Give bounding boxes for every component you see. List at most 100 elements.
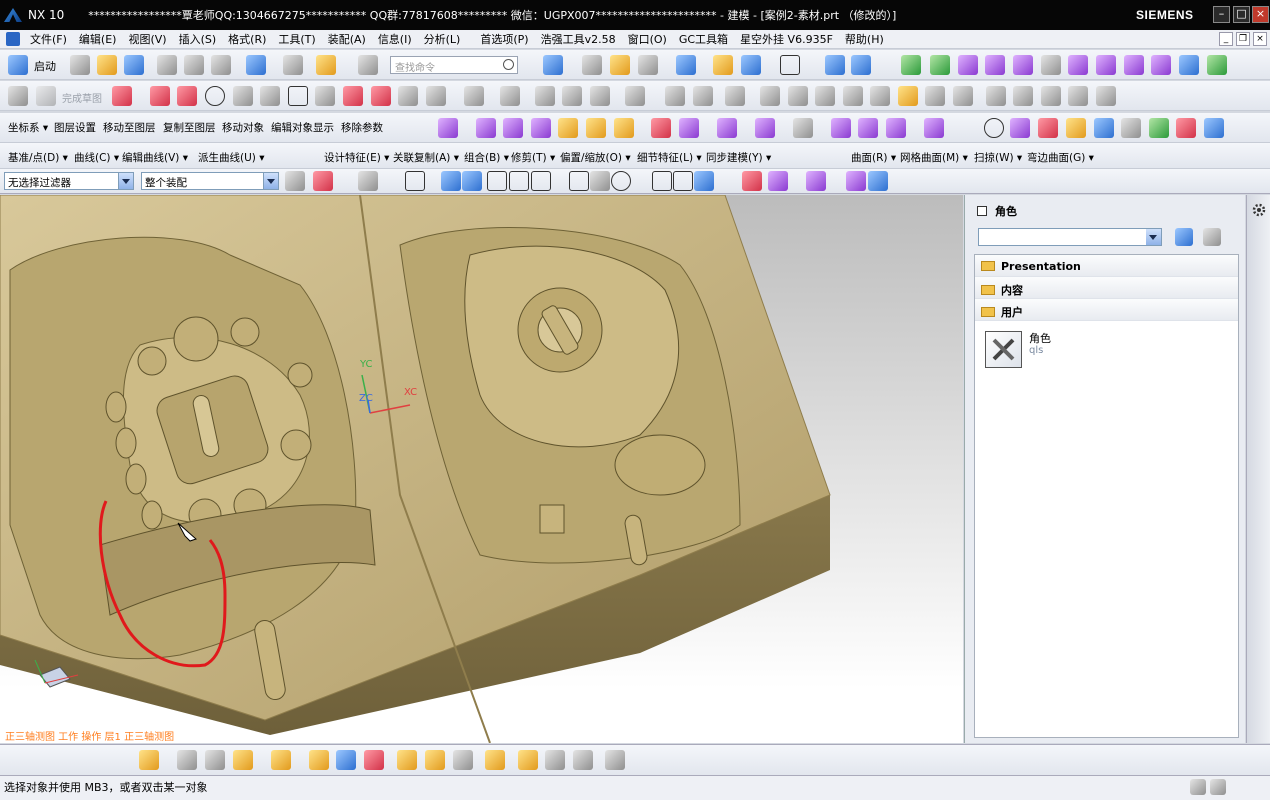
show-constraints-icon[interactable] [760,86,780,106]
unite-body-icon[interactable] [1096,86,1116,106]
web-browser-icon[interactable] [1249,450,1269,470]
polygon-icon[interactable] [315,86,335,106]
convert-reference-icon[interactable] [815,86,835,106]
menu-help[interactable]: 帮助(H) [839,31,890,47]
grid-tool-icon[interactable] [1041,55,1061,75]
system-scenes-icon[interactable] [1249,690,1269,710]
move-face-icon[interactable] [930,55,950,75]
exploded-view-icon[interactable] [364,750,384,770]
replace-component-icon[interactable] [453,750,473,770]
part-navigator-icon[interactable] [1249,319,1269,339]
assembly-icon[interactable] [139,750,159,770]
status-layout-icon[interactable] [1210,779,1226,795]
feature-box-icon[interactable] [438,118,458,138]
extrude-icon[interactable] [558,118,578,138]
pattern-tool-icon[interactable] [1013,55,1033,75]
copy-to-layer-button[interactable]: 复制至图层 [163,120,216,135]
subtract-body-icon[interactable] [1068,86,1088,106]
edit-object-display-button[interactable]: 编辑对象显示 [271,120,334,135]
menu-format[interactable]: 格式(R) [222,31,272,47]
redo-icon[interactable] [283,55,303,75]
datum-point-menu[interactable]: 基准/点(D) ▾ [8,150,68,165]
menu-insert[interactable]: 插入(S) [173,31,223,47]
associative-copy-menu[interactable]: 关联复制(A) ▾ [393,150,459,165]
shade-icon[interactable] [1066,118,1086,138]
constraint-navigator-icon[interactable] [1249,281,1269,301]
history-icon[interactable] [1249,500,1269,520]
shape-icon[interactable] [1176,118,1196,138]
menu-window[interactable]: 窗口(O) [622,31,673,47]
snap-on-face-icon[interactable] [694,171,714,191]
snap-intersection-icon[interactable] [569,171,589,191]
split-face-icon[interactable] [755,118,775,138]
sweep-menu[interactable]: 扫掠(W) ▾ [974,150,1022,165]
add-component-icon[interactable] [177,750,197,770]
view-triad-icon[interactable] [851,55,871,75]
snap-endpoint-icon[interactable] [487,171,507,191]
command-search-input[interactable]: 查找命令 [390,56,518,74]
mesh-surface-menu[interactable]: 网格曲面(M) ▾ [900,150,968,165]
process-studio-icon[interactable] [1249,576,1269,596]
menu-view[interactable]: 视图(V) [122,31,172,47]
selection-priority-icon[interactable] [313,171,333,191]
product-interface-icon[interactable] [605,750,625,770]
menu-edit[interactable]: 编辑(E) [73,31,123,47]
menu-gc-toolbox[interactable]: GC工具箱 [673,31,734,47]
flange-surface-menu[interactable]: 弯边曲面(G) ▾ [1027,150,1094,165]
minimize-button[interactable]: – [1213,6,1230,23]
gear-icon[interactable] [1249,200,1269,220]
command-finder-icon[interactable] [316,55,336,75]
circle-select-icon[interactable] [984,118,1004,138]
close-button[interactable]: × [1252,6,1269,23]
roles-filter-select[interactable] [978,228,1162,246]
maximize-button[interactable]: □ [1233,6,1250,23]
boolean-subtract-icon[interactable] [651,118,671,138]
zoom-icon[interactable] [582,55,602,75]
detail-feature-menu[interactable]: 细节特征(L) ▾ [637,150,702,165]
section-content[interactable]: 内容 [975,277,1238,299]
cut-icon[interactable] [157,55,177,75]
point-icon[interactable] [371,86,391,106]
graphics-viewport[interactable]: YC XC ZC 正三轴测图 工作 操作 层1 正三轴测图 [0,195,963,743]
panel-pin-icon[interactable] [977,206,987,216]
reference-set-icon[interactable] [425,750,445,770]
snap-quadrant-icon[interactable] [611,171,631,191]
snap-on-curve-icon[interactable] [673,171,693,191]
display-surface-icon[interactable] [806,171,826,191]
sync-modeling-menu[interactable]: 同步建模(Y) ▾ [706,150,771,165]
role-tools-icon[interactable] [985,331,1022,368]
surface-menu[interactable]: 曲面(R) ▾ [851,150,896,165]
combine-menu[interactable]: 组合(B) ▾ [464,150,509,165]
search-icon[interactable] [503,59,514,70]
feature-cone-icon[interactable] [503,118,523,138]
blend-icon[interactable] [886,118,906,138]
display-mesh-icon[interactable] [846,171,866,191]
trim-icon[interactable] [464,86,484,106]
weld-icon[interactable] [573,750,593,770]
line-icon[interactable] [150,86,170,106]
design-feature-menu[interactable]: 设计特征(E) ▾ [324,150,389,165]
feature-cylinder-icon[interactable] [476,118,496,138]
chamfer-feature-icon[interactable] [924,118,944,138]
hidden-body-icon[interactable] [793,118,813,138]
chevron-down-icon[interactable] [118,173,133,189]
new-component-icon[interactable] [205,750,225,770]
sequence-icon[interactable] [518,750,538,770]
wave-link-icon[interactable] [397,750,417,770]
snap-control-point-icon[interactable] [531,171,551,191]
status-view-icon[interactable] [1190,779,1206,795]
rotate-view-icon[interactable] [638,55,658,75]
mirror-icon[interactable] [562,86,582,106]
create-inferred-icon[interactable] [898,86,918,106]
save-icon[interactable] [124,55,144,75]
assembly-constraints-icon[interactable] [309,750,329,770]
layer-settings-button[interactable]: 图层设置 [54,120,96,135]
measure-icon[interactable] [1149,118,1169,138]
hd3d-tools-icon[interactable] [1249,405,1269,425]
constraint-icon[interactable] [625,86,645,106]
wcs-icon[interactable] [1207,55,1227,75]
finish-sketch-button[interactable]: 完成草图 [62,90,102,105]
scope-filter-select[interactable]: 整个装配 [141,172,279,190]
rectangle-icon[interactable] [288,86,308,106]
sketch-icon[interactable] [8,86,28,106]
